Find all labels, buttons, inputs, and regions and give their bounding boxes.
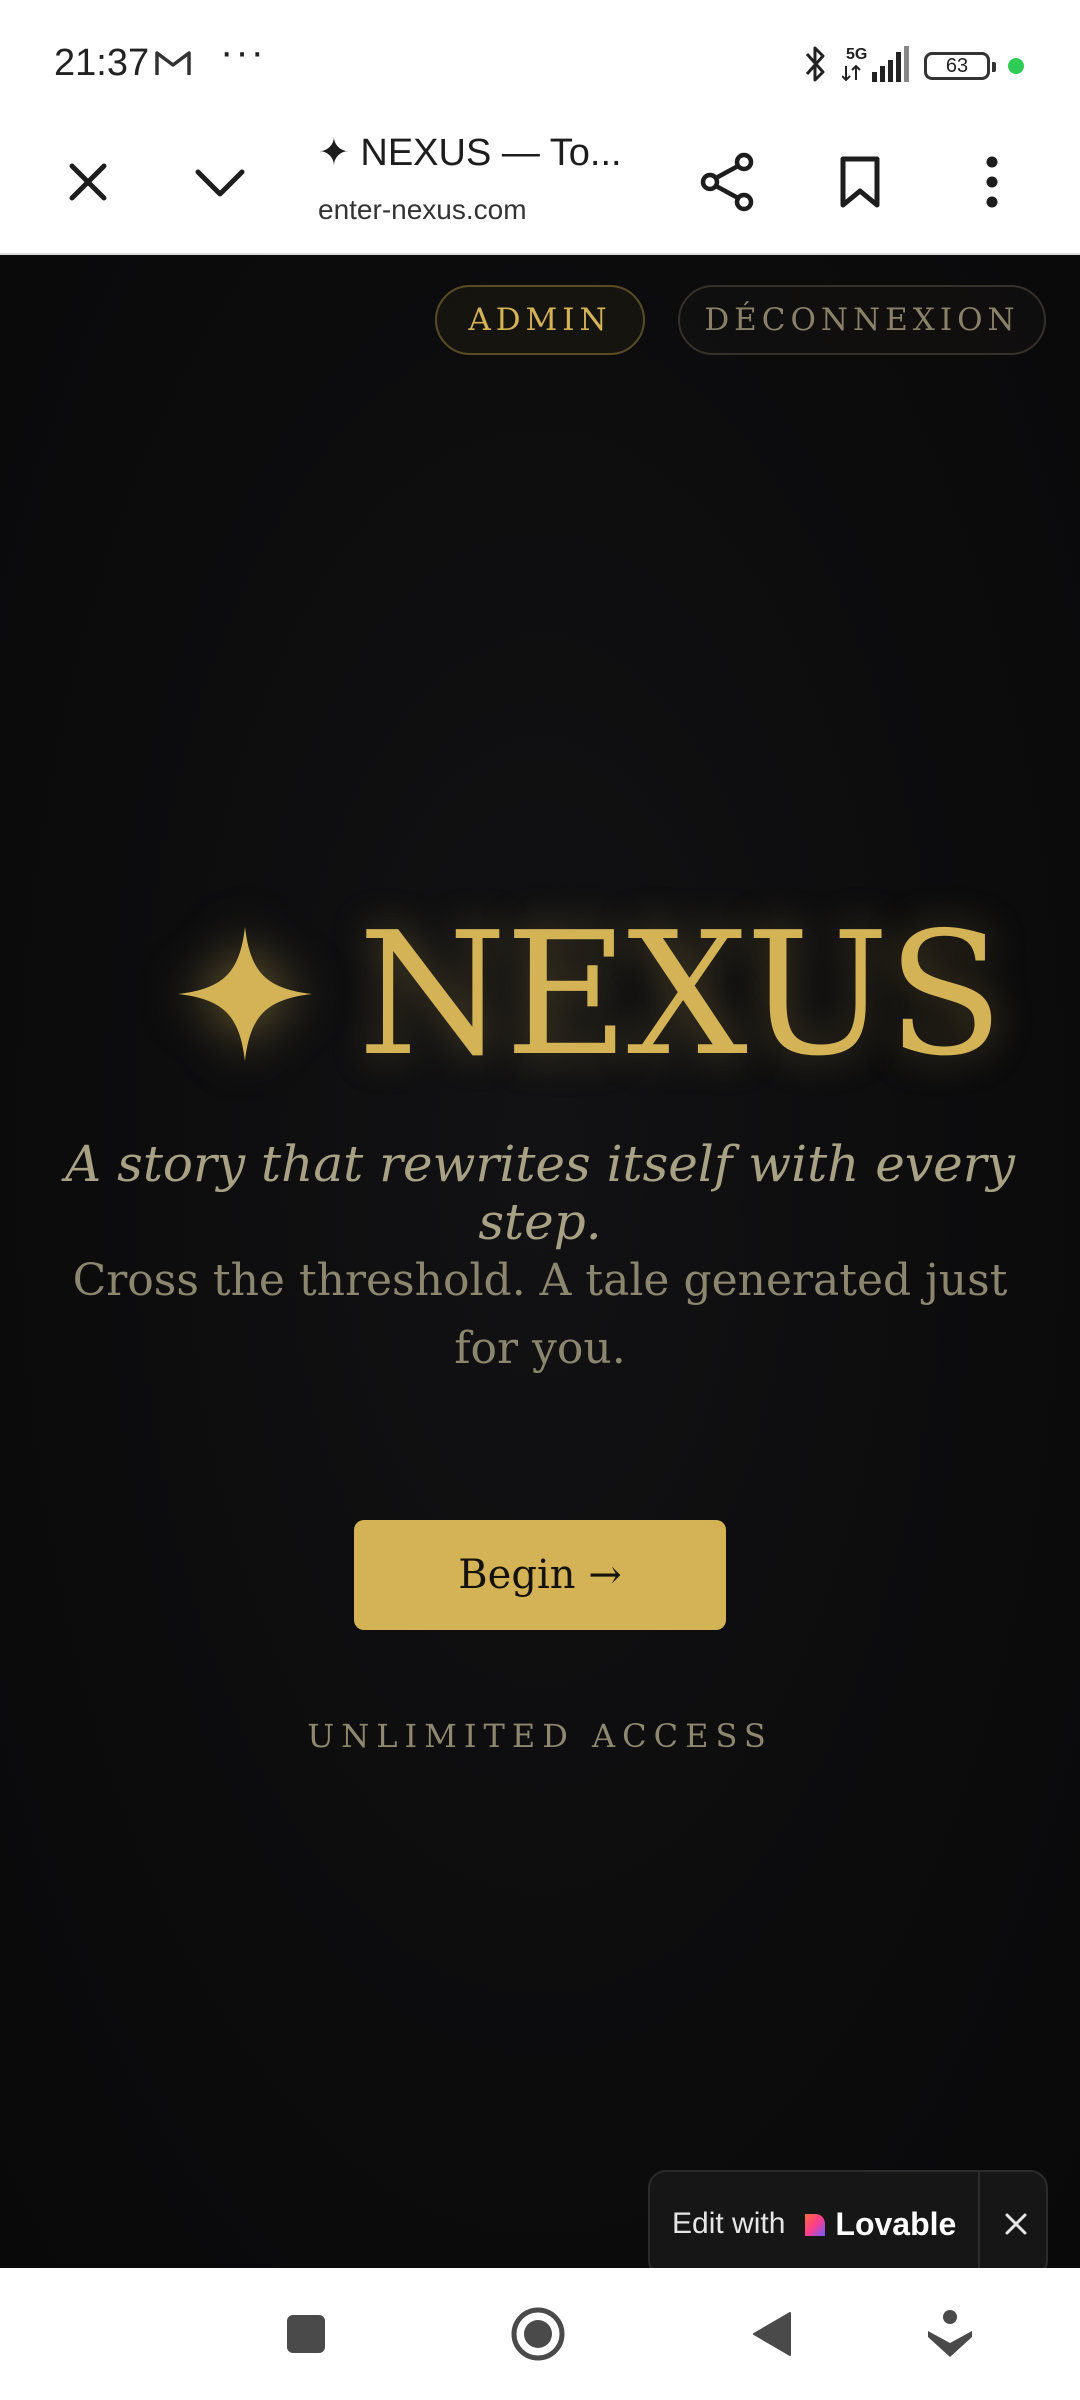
tagline: A story that rewrites itself with every … [65, 1135, 1015, 1251]
access-label: UNLIMITED ACCESS [307, 1717, 773, 1755]
close-tab-button[interactable] [52, 146, 124, 218]
web-page: ADMIN DÉCONNEXION NEXUS A story that rew… [0, 255, 1080, 2268]
hero-logo: NEXUS [0, 895, 1080, 1095]
status-time: 21:37 [54, 42, 150, 84]
assistant-button[interactable] [920, 2304, 980, 2364]
system-navigation-bar [0, 2268, 1080, 2400]
badge-close-button[interactable] [994, 2202, 1038, 2246]
privacy-indicator-dot [1008, 58, 1024, 74]
close-icon [69, 163, 107, 201]
four-point-star-icon [178, 927, 312, 1061]
back-icon [753, 2312, 791, 2356]
hero-title: NEXUS [358, 896, 1004, 1094]
assistant-icon [928, 2310, 972, 2357]
bluetooth-icon [805, 46, 825, 82]
status-bar: 21:37 ··· 5G 63 [0, 0, 1080, 120]
gmail-icon [155, 51, 191, 75]
home-icon [511, 2307, 565, 2361]
page-url[interactable]: enter-nexus.com [318, 194, 527, 226]
more-notifications-icon: ··· [220, 30, 266, 74]
back-button[interactable] [742, 2304, 802, 2364]
bookmark-button[interactable] [824, 146, 896, 218]
signal-icon [842, 46, 909, 82]
recent-apps-button[interactable] [276, 2304, 336, 2364]
badge-brand: Lovable [835, 2205, 957, 2242]
recent-apps-icon [287, 2315, 325, 2353]
close-icon [1005, 2213, 1027, 2235]
badge-prefix: Edit with [672, 2207, 786, 2240]
share-button[interactable] [692, 146, 764, 218]
home-button[interactable] [508, 2304, 568, 2364]
lovable-logo-icon [805, 2214, 826, 2236]
share-icon [700, 152, 754, 212]
edit-with-lovable-badge[interactable]: Edit with Lovable [648, 2170, 1048, 2268]
logout-button[interactable]: DÉCONNEXION [678, 285, 1046, 355]
tab-title: ✦ NEXUS — To... [318, 132, 622, 174]
subtext: Cross the threshold. A tale generated ju… [72, 1255, 1008, 1374]
more-vert-icon [986, 156, 998, 208]
more-options-button[interactable] [956, 146, 1028, 218]
battery-level: 63 [945, 55, 969, 77]
begin-button[interactable]: Begin → [354, 1520, 726, 1630]
bookmark-icon [840, 156, 880, 208]
admin-button[interactable]: ADMIN [435, 285, 645, 355]
browser-toolbar: ✦ NEXUS — To... enter-nexus.com [0, 120, 1080, 255]
badge-divider [978, 2172, 980, 2268]
battery-icon: 63 [924, 52, 996, 80]
chevron-down-icon [195, 169, 245, 197]
collapse-button[interactable] [184, 146, 256, 218]
